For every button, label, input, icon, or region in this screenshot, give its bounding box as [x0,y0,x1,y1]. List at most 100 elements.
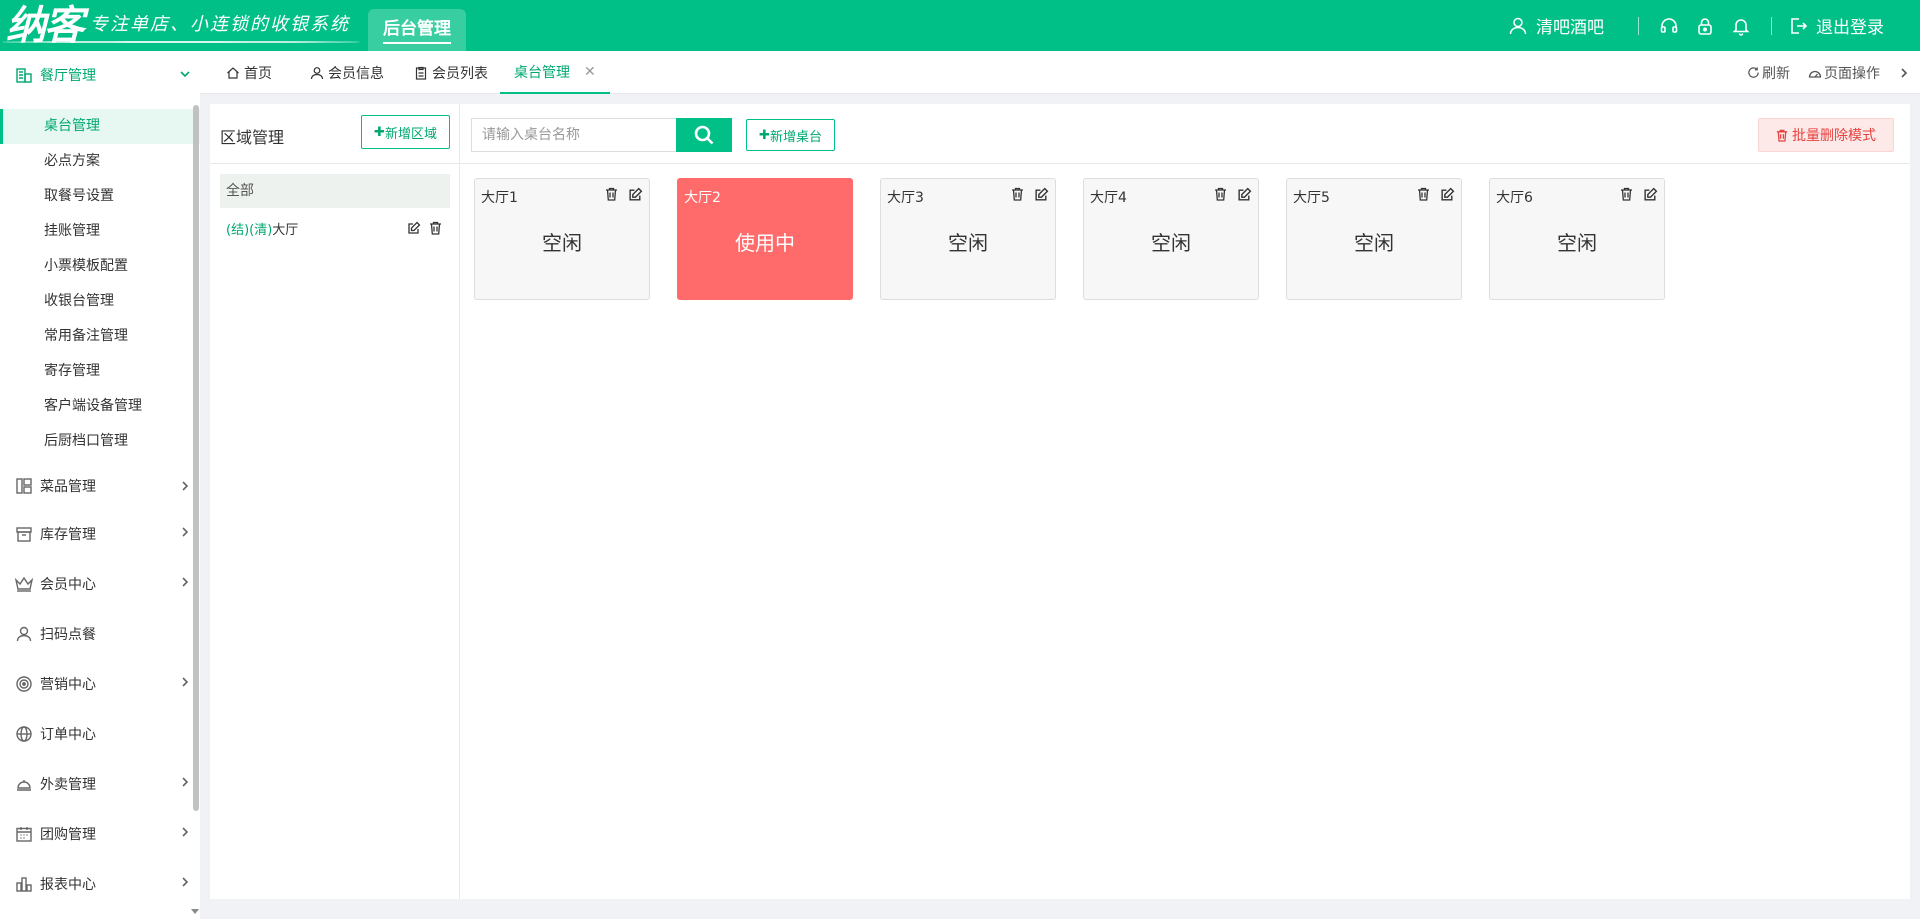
trash-icon[interactable] [1011,187,1024,201]
sidebar-item-pickup-number[interactable]: 取餐号设置 [0,179,200,214]
table-card[interactable]: 大厅4 空闲 [1083,178,1259,300]
sidebar-item-required-plan[interactable]: 必点方案 [0,144,200,179]
add-area-button[interactable]: ✚ 新增区域 [361,115,450,149]
sidebar-group-label: 订单中心 [40,727,96,743]
sidebar-item-cashier[interactable]: 收银台管理 [0,284,200,319]
clipboard-icon [415,66,427,80]
table-card[interactable]: 大厅2 使用中 [677,178,853,300]
sidebar-group-label: 营销中心 [40,677,96,693]
gauge-icon [1808,70,1822,78]
trash-icon[interactable] [605,187,618,201]
username: 清吧酒吧 [1536,18,1604,38]
sidebar-group-dishes[interactable]: 菜品管理 [0,463,200,509]
sidebar-item-storage[interactable]: 寄存管理 [0,354,200,389]
add-area-label: 新增区域 [384,126,437,142]
close-icon[interactable]: ✕ [584,64,596,80]
add-table-button[interactable]: ✚ 新增桌台 [746,119,835,151]
batch-delete-button[interactable]: 批量删除模式 [1758,118,1894,152]
sidebar: 餐厅管理 桌台管理 必点方案 取餐号设置 挂账管理 小票模板配置 收银台管理 常… [0,51,200,919]
sidebar-group-inventory[interactable]: 库存管理 [0,509,200,559]
area-panel: 区域管理 ✚ 新增区域 全部 (结)(清) 大厅 [210,104,460,899]
table-name: 大厅6 [1496,190,1533,206]
chevron-right-icon [182,481,189,491]
search-button[interactable] [676,118,732,152]
edit-icon[interactable] [1440,187,1455,202]
lock-icon[interactable] [1693,14,1717,38]
trash-icon[interactable] [1620,187,1633,201]
edit-icon[interactable] [1237,187,1252,202]
sidebar-group-label: 外卖管理 [40,777,96,793]
table-card[interactable]: 大厅5 空闲 [1286,178,1462,300]
table-card[interactable]: 大厅6 空闲 [1489,178,1665,300]
sidebar-group-label: 库存管理 [40,527,96,543]
sidebar-item-client-devices[interactable]: 客户端设备管理 [0,389,200,424]
chevron-right-icon[interactable] [1898,66,1910,80]
tab-home[interactable]: 首页 [226,51,272,94]
tab-member-list[interactable]: 会员列表 [414,51,488,94]
search-icon [694,125,714,145]
plus-icon: ✚ [374,124,385,140]
table-status: 空闲 [948,231,988,255]
trash-icon[interactable] [429,221,442,235]
tab-member-info[interactable]: 会员信息 [310,51,384,94]
table-status: 空闲 [1557,231,1597,255]
edit-icon[interactable] [1034,187,1049,202]
headset-icon[interactable] [1657,14,1681,38]
crown-icon [14,574,34,594]
table-name: 大厅2 [684,190,721,206]
logout-icon [1791,17,1808,34]
user-icon [14,624,34,644]
chevron-right-icon [182,677,189,687]
admin-tab[interactable]: 后台管理 [368,9,466,51]
user-icon [310,66,324,79]
table-search-input[interactable] [471,118,677,152]
edit-icon[interactable] [407,221,421,235]
trash-icon[interactable] [1417,187,1430,201]
table-card[interactable]: 大厅1 空闲 [474,178,650,300]
tab-table-management[interactable]: 桌台管理 ✕ [500,51,610,94]
scroll-down-arrow-icon[interactable] [191,909,199,914]
sidebar-group-marketing[interactable]: 营销中心 [0,659,200,709]
user-menu[interactable]: 清吧酒吧 [1508,13,1604,38]
user-icon [1509,17,1527,34]
edit-icon[interactable] [1643,187,1658,202]
refresh-label: 刷新 [1762,65,1790,82]
area-item[interactable]: (结)(清) 大厅 [220,214,450,242]
logout-label: 退出登录 [1816,18,1884,38]
sidebar-scrollbar[interactable] [193,105,199,811]
sidebar-item-kitchen[interactable]: 后厨档口管理 [0,424,200,459]
chevron-right-icon [182,877,189,887]
sidebar-group-takeout[interactable]: 外卖管理 [0,759,200,809]
trash-icon[interactable] [1214,187,1227,201]
sidebar-item-receipt-template[interactable]: 小票模板配置 [0,249,200,284]
chevron-down-icon [180,71,190,78]
header-divider [1771,16,1772,35]
table-status: 空闲 [1354,231,1394,255]
sidebar-group-scan-order[interactable]: 扫码点餐 [0,609,200,659]
area-header: 区域管理 ✚ 新增区域 [210,104,460,164]
sidebar-item-remarks[interactable]: 常用备注管理 [0,319,200,354]
sidebar-group-reports[interactable]: 报表中心 [0,859,200,909]
tab-label: 会员列表 [432,65,488,82]
sidebar-group-members[interactable]: 会员中心 [0,559,200,609]
trash-icon [1776,129,1788,142]
sidebar-group-orders[interactable]: 订单中心 [0,709,200,759]
refresh-button[interactable]: 刷新 [1747,63,1790,83]
sidebar-group-groupbuy[interactable]: 团购管理 [0,809,200,859]
sidebar-item-tables[interactable]: 桌台管理 [0,109,200,144]
sidebar-group-restaurant[interactable]: 餐厅管理 [0,51,200,99]
sidebar-item-credit[interactable]: 挂账管理 [0,214,200,249]
edit-icon[interactable] [628,187,643,202]
table-card[interactable]: 大厅3 空闲 [880,178,1056,300]
add-table-label: 新增桌台 [769,129,822,145]
area-item-all[interactable]: 全部 [220,174,450,208]
content-panel: 区域管理 ✚ 新增区域 全部 (结)(清) 大厅 ✚ 新增桌台 批量删 [210,104,1910,899]
page-ops-button[interactable]: 页面操作 [1808,63,1880,83]
bell-icon[interactable] [1729,14,1753,38]
refresh-icon [1748,67,1759,78]
table-status: 空闲 [542,231,582,255]
sidebar-group-label: 扫码点餐 [40,627,96,643]
area-item-prefix: (结)(清) [226,222,273,238]
table-name: 大厅4 [1090,190,1127,206]
logout-button[interactable]: 退出登录 [1788,13,1884,38]
